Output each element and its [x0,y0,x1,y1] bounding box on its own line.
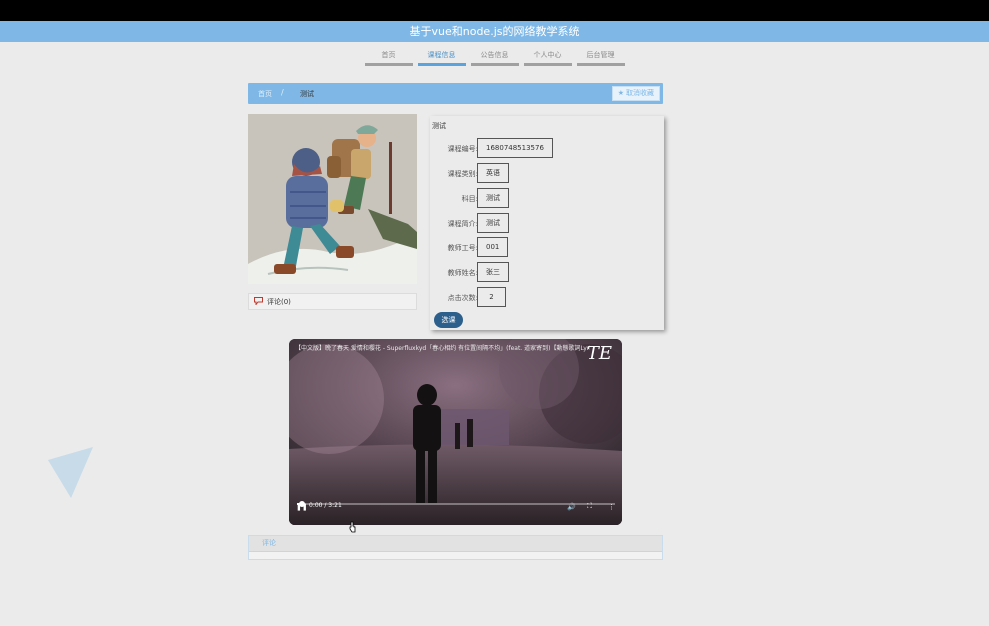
field-label-course-id: 课程编号: [447,145,478,153]
comments-count-label: 评论(0) [267,297,291,306]
review-tab[interactable]: 评论 [249,536,662,552]
unfavorite-label: 取消收藏 [626,89,654,97]
nav-item-profile[interactable]: 个人中心 [523,50,572,66]
main-nav: 首页 课程信息 公告信息 个人中心 后台管理 [0,50,989,66]
pause-icon[interactable]: ❚❚ [296,503,308,511]
nav-item-admin[interactable]: 后台管理 [576,50,625,66]
volume-icon[interactable]: 🔊 [567,503,576,511]
site-header: 基于vue和node.js的网络教学系统 [0,21,989,42]
field-value-teacher-name: 张三 [477,262,509,282]
course-title: 测试 [432,122,446,130]
field-label-intro: 课程简介: [447,220,478,228]
nav-item-courses[interactable]: 课程信息 [417,50,466,66]
field-value-click-count: 2 [477,287,506,307]
channel-logo: TE [586,343,612,364]
field-value-course-id: 1680748513576 [477,138,553,158]
star-icon: ★ [617,89,624,97]
course-info-card: 测试 课程编号: 1680748513576 课程类别: 英语 科目: 测试 课… [430,116,664,330]
field-label-click-count: 点击次数: [447,294,478,302]
breadcrumb-current: 测试 [300,90,314,98]
select-course-button[interactable]: 选课 [434,312,463,328]
field-label-subject: 科目: [461,195,478,203]
breadcrumb-home-link[interactable]: 首页 [258,89,272,99]
hand-cursor-icon [349,521,356,533]
video-title: 【中文版】晚了春天 爱情和樱花 - Superfluxkyd「春心相约 有位置间… [295,345,590,352]
video-time: 0:00 / 3:21 [309,502,342,509]
nav-item-announcements[interactable]: 公告信息 [470,50,519,66]
breadcrumb: 首页 / 测试 ★ 取消收藏 [248,83,663,104]
field-label-category: 课程类别: [447,170,478,178]
review-section: 评论 [248,535,663,560]
unfavorite-button[interactable]: ★ 取消收藏 [611,86,660,101]
nav-item-home[interactable]: 首页 [364,50,413,66]
hiker-illustration [248,114,417,284]
more-options-icon[interactable]: ⋮ [608,503,615,511]
field-label-teacher-id: 教师工号: [447,244,478,252]
site-title: 基于vue和node.js的网络教学系统 [409,25,580,38]
field-value-intro: 测试 [477,213,509,233]
field-label-teacher-name: 教师姓名: [447,269,478,277]
comments-count-button[interactable]: 评论(0) [248,293,417,310]
comment-icon [254,296,263,307]
field-value-category: 英语 [477,163,509,183]
video-controls: ❚❚ 0:00 / 3:21 🔊 ⛶ ⋮ [289,501,622,525]
video-frame [289,339,622,525]
decorative-triangle [48,447,93,498]
field-value-teacher-id: 001 [477,237,509,257]
fullscreen-icon[interactable]: ⛶ [587,502,592,511]
browser-top-bar [0,0,989,21]
course-picture [248,114,417,284]
field-value-subject: 测试 [477,188,509,208]
video-player[interactable]: 【中文版】晚了春天 爱情和樱花 - Superfluxkyd「春心相约 有位置间… [289,339,622,525]
breadcrumb-separator: / [281,88,284,97]
